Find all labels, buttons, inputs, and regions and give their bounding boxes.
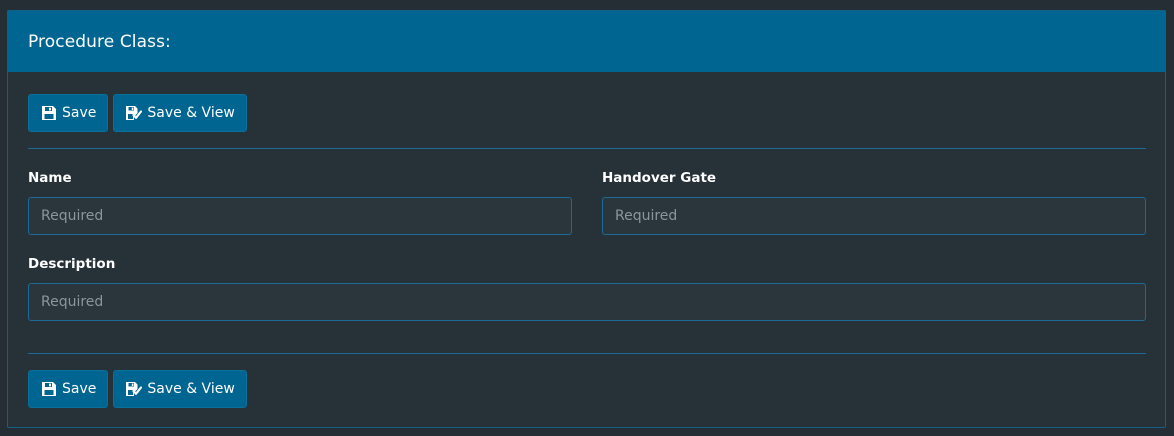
save-button[interactable]: Save [28,94,109,132]
floppy-disk-icon [40,105,57,122]
top-divider [28,148,1146,149]
save-and-view-button-label: Save & View [147,105,235,121]
panel-title: Procedure Class: [28,31,171,52]
panel-header: Procedure Class: [8,11,1165,72]
save-and-view-button-label: Save & View [147,381,235,397]
save-button-label: Save [62,105,97,121]
save-button[interactable]: Save [28,370,109,408]
procedure-class-panel: Procedure Class: Save Save & View Name R… [7,10,1166,428]
bottom-toolbar: Save Save & View [28,370,247,408]
handover-gate-input[interactable] [602,197,1146,235]
description-input[interactable] [28,283,1146,321]
name-input[interactable] [28,197,572,235]
save-button-label: Save [62,381,97,397]
floppy-disk-check-icon [125,105,143,122]
description-label: Description [28,256,116,272]
name-label: Name [28,170,72,186]
handover-gate-label: Handover Gate [602,170,717,186]
save-and-view-button[interactable]: Save & View [113,370,247,408]
floppy-disk-icon [40,381,57,398]
top-toolbar: Save Save & View [28,94,247,132]
bottom-divider [28,353,1146,354]
floppy-disk-check-icon [125,381,143,398]
save-and-view-button[interactable]: Save & View [113,94,247,132]
